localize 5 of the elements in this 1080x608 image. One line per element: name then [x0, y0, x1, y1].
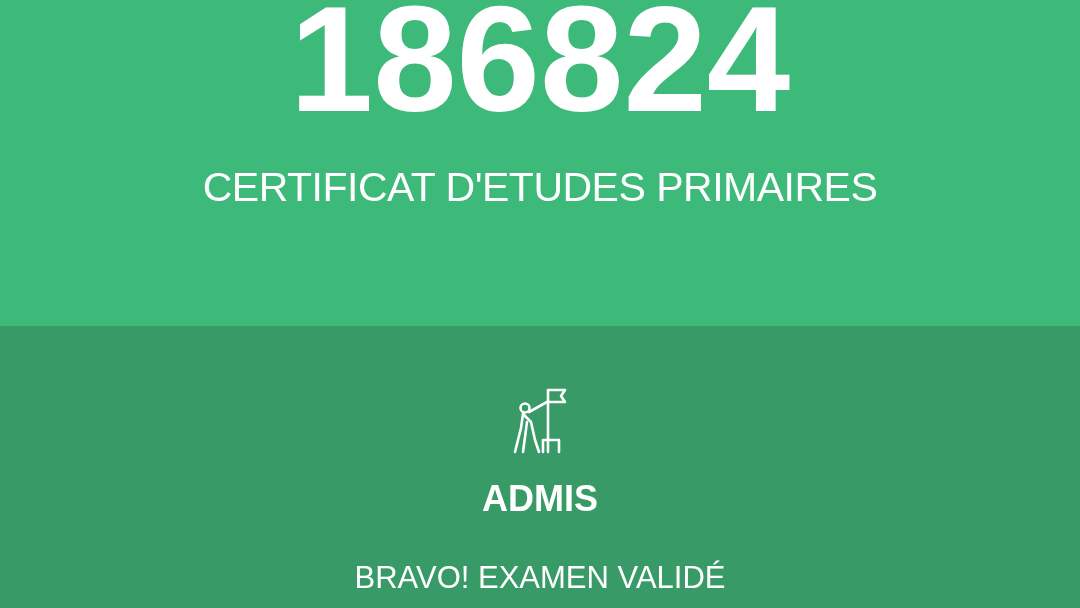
candidate-number: 186824: [289, 0, 791, 134]
result-message: BRAVO! EXAMEN VALIDÉ: [354, 560, 726, 596]
result-status: ADMIS: [482, 478, 598, 520]
exam-title: CERTIFICAT D'ETUDES PRIMAIRES: [202, 164, 878, 211]
climber-flag-icon: [511, 388, 569, 454]
